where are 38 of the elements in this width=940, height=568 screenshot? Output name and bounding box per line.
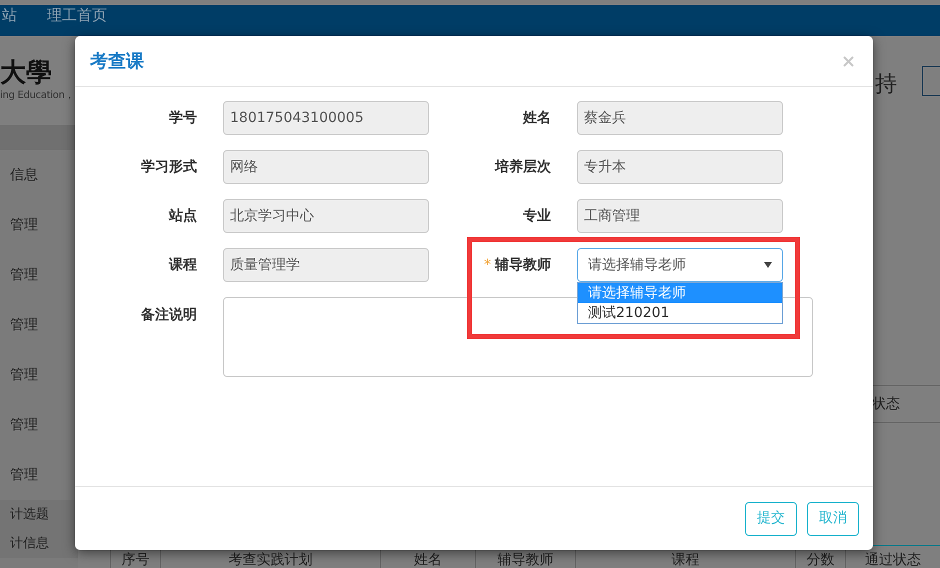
sidebar-item[interactable]: 管理 (0, 350, 78, 400)
field-label: 姓名 (523, 108, 551, 128)
field-label: 学号 (169, 108, 197, 128)
sidebar-item[interactable]: 管理 (0, 250, 78, 300)
sidebar-item[interactable]: 管理 (0, 400, 78, 450)
input-field[interactable]: 网络 (223, 150, 429, 184)
field-label: 课程 (169, 256, 197, 274)
dialog-button[interactable]: 取消 (807, 502, 859, 536)
sidebar-item[interactable]: 管理 (0, 450, 78, 500)
sidebar-item[interactable]: 计信息 (0, 529, 78, 558)
input-field[interactable]: 质量管理学 (223, 248, 429, 282)
field-label: 辅导教师 (495, 256, 551, 274)
field-label: 站点 (169, 206, 197, 226)
logo-subtitle: ing Education， (0, 89, 74, 103)
dialog-button[interactable]: 提交 (745, 502, 797, 536)
nav-link[interactable]: 站 (2, 5, 17, 25)
field-label: 备注说明 (140, 306, 197, 325)
tutor-select[interactable]: 请选择辅导老师 (577, 248, 783, 282)
sidebar-item[interactable]: 管理 (0, 300, 78, 350)
input-field[interactable]: 专升本 (577, 150, 783, 184)
sidebar-item[interactable]: 信息 (0, 150, 78, 200)
header-text: 持 (875, 71, 897, 99)
field-label: 培养层次 (495, 158, 551, 176)
input-field[interactable]: 北京学习中心 (223, 199, 429, 233)
sidebar-item[interactable]: 管理 (0, 200, 78, 250)
close-icon[interactable] (843, 56, 854, 66)
input-field[interactable]: 蔡金兵 (577, 101, 783, 135)
input-field[interactable]: 工商管理 (577, 199, 783, 233)
field-label: 专业 (523, 206, 551, 226)
dialog-title: 考查课 (90, 50, 144, 74)
nav-link[interactable]: 理工首页 (47, 5, 107, 25)
sidebar-item[interactable]: 计选题 (0, 500, 78, 529)
caret-icon (764, 262, 772, 268)
required-mark: * (484, 256, 491, 274)
logo-text: 大學 (0, 58, 53, 88)
input-field[interactable]: 180175043100005 (223, 101, 429, 135)
dropdown-option[interactable]: 请选择辅导老师 (578, 283, 782, 303)
field-label: 学习形式 (141, 158, 197, 176)
